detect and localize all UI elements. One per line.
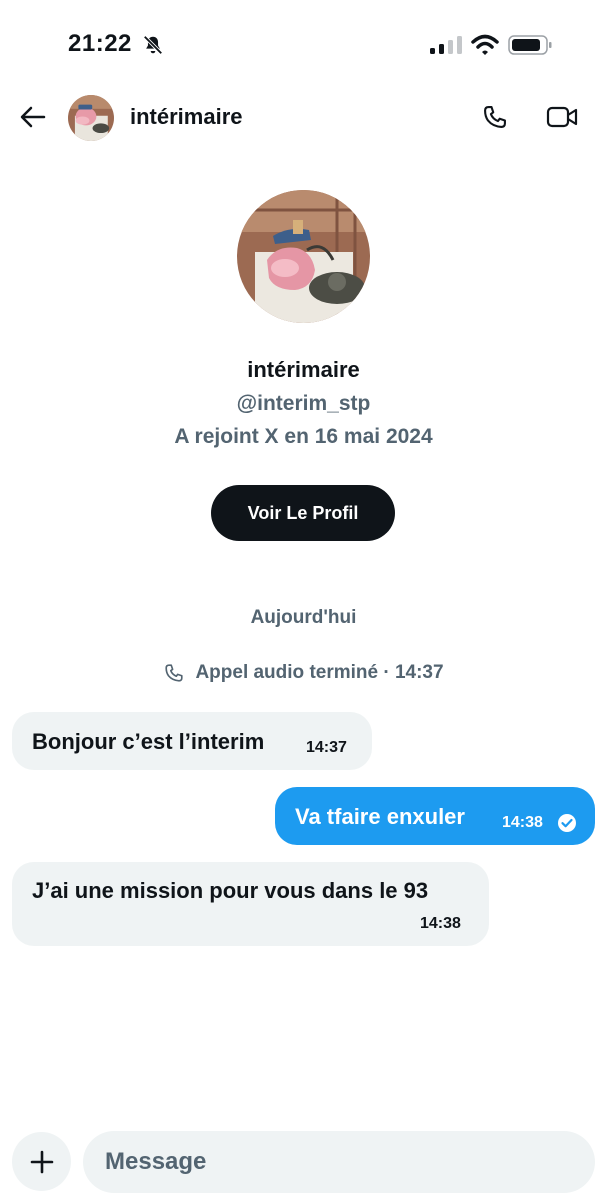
message-input[interactable] — [83, 1131, 595, 1193]
pink-panther-avatar-image — [237, 190, 370, 323]
message-time: 14:38 — [502, 814, 543, 831]
wifi-icon — [471, 34, 499, 55]
status-bar: 21:22 — [0, 0, 607, 88]
day-divider: Aujourd'hui — [250, 607, 357, 628]
video-camera-icon — [546, 106, 578, 128]
profile-joined-date: A rejoint X en 16 mai 2024 — [174, 425, 433, 448]
call-ended-label: Appel audio terminé · 14:37 — [195, 662, 444, 683]
status-time: 21:22 — [68, 30, 132, 57]
profile-name: intérimaire — [247, 357, 360, 382]
header-avatar[interactable] — [68, 95, 114, 141]
battery-icon — [508, 35, 552, 55]
arrow-left-icon — [20, 106, 46, 128]
pink-panther-avatar-image — [68, 95, 114, 141]
header-name[interactable]: intérimaire — [130, 104, 243, 130]
message-time: 14:38 — [420, 915, 461, 932]
call-ended-event: Appel audio terminé · 14:37 — [0, 662, 607, 684]
message-bubble-incoming[interactable]: J’ai une mission pour vous dans le 93 14… — [12, 862, 489, 946]
message-bubble-outgoing[interactable]: Va tfaire enxuler 14:38 — [275, 787, 595, 845]
back-button[interactable] — [18, 102, 48, 132]
message-time: 14:37 — [306, 739, 347, 756]
message-text: Bonjour c’est l’interim — [32, 729, 265, 754]
add-attachment-button[interactable] — [12, 1132, 71, 1191]
phone-icon — [165, 664, 184, 682]
message-text: Va tfaire enxuler — [295, 804, 465, 829]
profile-avatar[interactable] — [237, 190, 370, 323]
cellular-signal-icon — [430, 36, 462, 54]
plus-icon — [30, 1150, 53, 1173]
conversation-header: intérimaire — [0, 88, 607, 146]
audio-call-button[interactable] — [478, 100, 512, 134]
read-check-icon — [558, 814, 576, 832]
bell-slash-icon — [143, 35, 163, 55]
view-profile-button[interactable]: Voir Le Profil — [211, 485, 395, 541]
video-call-button[interactable] — [544, 100, 580, 134]
phone-icon — [484, 106, 506, 128]
profile-handle: @interim_stp — [236, 392, 371, 415]
message-text: J’ai une mission pour vous dans le 93 — [32, 878, 429, 903]
message-bubble-incoming[interactable]: Bonjour c’est l’interim 14:37 — [12, 712, 372, 770]
